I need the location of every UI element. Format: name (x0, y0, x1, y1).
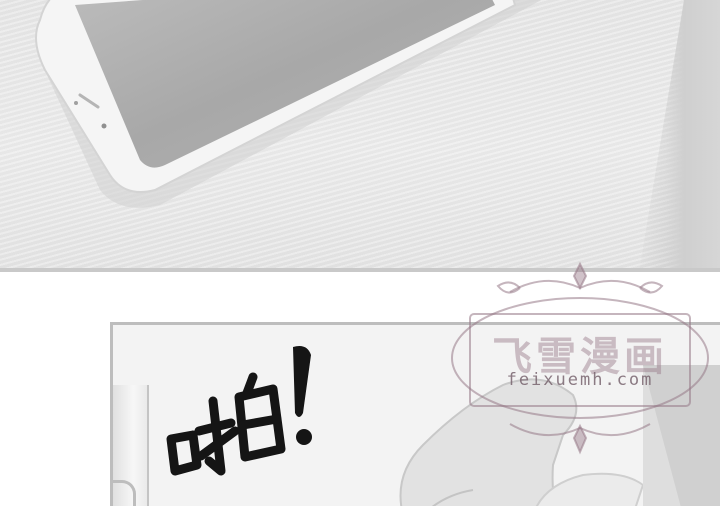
top-panel (0, 0, 720, 272)
smartphone-on-table-icon (35, 0, 542, 208)
cup-handle (113, 480, 136, 506)
hand-icon (399, 365, 720, 506)
sound-effect-text: 啪! (166, 346, 312, 476)
bottom-panel: 啪! (110, 322, 720, 506)
panel-gutter (0, 272, 720, 322)
cup-icon (113, 385, 149, 506)
